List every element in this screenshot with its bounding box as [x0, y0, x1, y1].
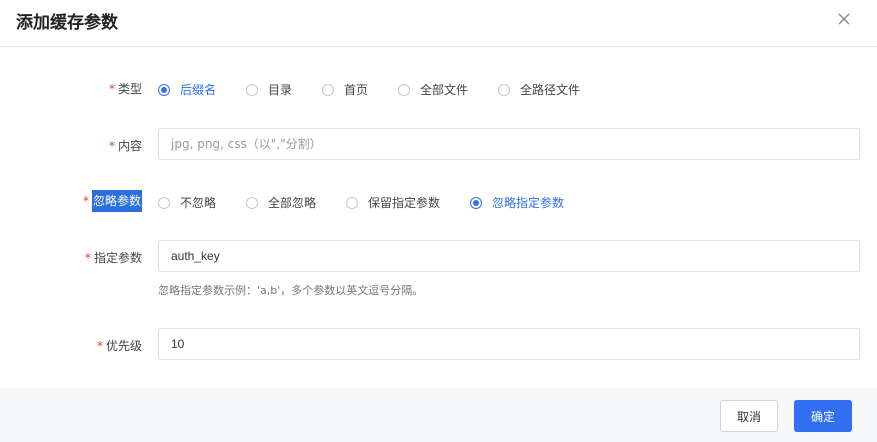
radio-icon: [498, 83, 510, 96]
dialog-title: 添加缓存参数: [16, 13, 118, 33]
dialog-header: 添加缓存参数: [0, 0, 877, 47]
type-label: * 类型: [108, 82, 142, 96]
required-mark: *: [96, 339, 103, 353]
type-option-suffix[interactable]: 后缀名: [158, 81, 216, 98]
radio-icon: [398, 83, 410, 96]
radio-icon: [246, 196, 258, 209]
required-mark: *: [108, 139, 115, 153]
priority-input[interactable]: 10: [158, 328, 860, 360]
close-icon-graphic: [838, 13, 850, 25]
confirm-button[interactable]: 确定: [794, 400, 852, 432]
content-label: * 内容: [108, 139, 142, 153]
ignore-option-none[interactable]: 不忽略: [158, 194, 216, 211]
type-option-full-path-file[interactable]: 全路径文件: [498, 81, 580, 98]
type-option-all-files[interactable]: 全部文件: [398, 81, 468, 98]
type-option-directory[interactable]: 目录: [246, 81, 292, 98]
required-mark: *: [108, 82, 115, 96]
radio-checked-icon: [470, 196, 482, 209]
required-mark: *: [82, 194, 89, 208]
content-input[interactable]: jpg, png, css（以","分割）: [158, 128, 860, 160]
close-icon[interactable]: [834, 9, 854, 29]
ignore-params-label: * 忽略参数: [82, 190, 142, 212]
specified-params-input[interactable]: auth_key: [158, 240, 860, 272]
ignore-option-keep-specified[interactable]: 保留指定参数: [346, 194, 440, 211]
specified-params-label: * 指定参数: [84, 251, 142, 265]
radio-icon: [322, 83, 334, 96]
type-option-homepage[interactable]: 首页: [322, 81, 368, 98]
radio-checked-icon: [158, 83, 170, 96]
dialog-footer: 取消 确定: [0, 388, 877, 442]
priority-label: * 优先级: [96, 339, 142, 353]
ignore-option-all[interactable]: 全部忽略: [246, 194, 316, 211]
cancel-button[interactable]: 取消: [720, 400, 778, 432]
radio-icon: [158, 196, 170, 209]
radio-icon: [346, 196, 358, 209]
specified-params-hint: 忽略指定参数示例：'a,b'，多个参数以英文逗号分隔。: [158, 284, 424, 297]
required-mark: *: [84, 251, 91, 265]
add-cache-param-dialog: 添加缓存参数 * 类型 后缀名 目录 首页 全部文件 全路径文件 * 内容 jp…: [0, 0, 877, 442]
radio-icon: [246, 83, 258, 96]
ignore-option-ignore-specified[interactable]: 忽略指定参数: [470, 194, 564, 211]
